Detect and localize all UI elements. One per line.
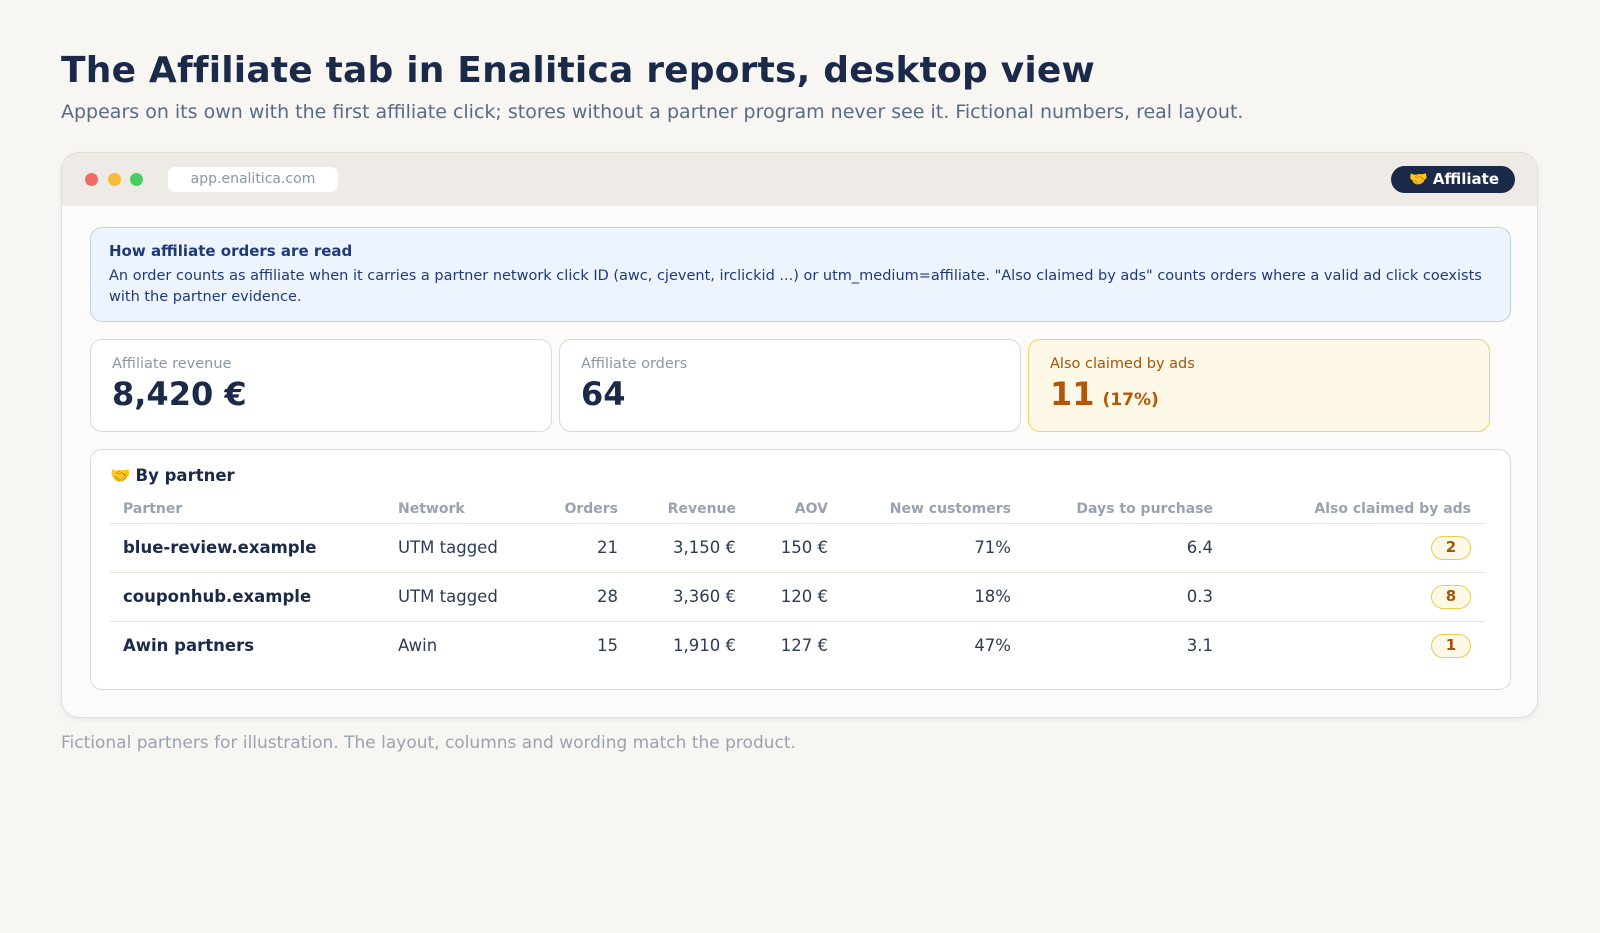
tab-affiliate-label: Affiliate: [1432, 170, 1499, 188]
page-title: The Affiliate tab in Enalitica reports, …: [61, 50, 1095, 91]
table-row[interactable]: blue-review.example UTM tagged 21 3,150 …: [110, 523, 1484, 573]
column-header-also-claimed[interactable]: Also claimed by ads: [1226, 495, 1484, 524]
kpi-count: 11: [1050, 375, 1095, 413]
cell-revenue: 1,910 €: [673, 636, 736, 656]
column-header-aov[interactable]: AOV: [749, 495, 841, 524]
handshake-icon: 🤝: [1409, 170, 1428, 188]
cell-new-customers: 47%: [974, 636, 1011, 656]
table-row[interactable]: Awin partners Awin 15 1,910 € 127 € 47% …: [110, 621, 1484, 670]
cell-revenue: 3,150 €: [631, 523, 749, 573]
column-header-orders[interactable]: Orders: [525, 495, 631, 524]
column-header-revenue[interactable]: Revenue: [631, 495, 749, 524]
column-header-network[interactable]: Network: [385, 495, 525, 524]
cell-revenue: 3,360 €: [631, 572, 749, 622]
cell-partner: blue-review.example: [110, 523, 385, 573]
partners-card-title-text: By partner: [135, 466, 235, 485]
footnote: Fictional partners for illustration. The…: [61, 733, 796, 753]
cell-orders: 21: [525, 523, 631, 573]
browser-window: app.enalitica.com 🤝 Affiliate How affilia…: [61, 152, 1538, 718]
cell-orders: 15: [597, 636, 618, 656]
cell-orders: 28: [525, 572, 631, 622]
kpi-label: Affiliate orders: [581, 356, 688, 372]
info-callout-text: An order counts as affiliate when it car…: [109, 268, 1482, 305]
table-row[interactable]: couponhub.example UTM tagged 28 3,360 € …: [110, 572, 1484, 622]
column-header-new-customers[interactable]: New customers: [841, 495, 1024, 524]
cell-new-customers: 18%: [841, 572, 1024, 622]
cell-also-claimed: 1: [1226, 621, 1484, 670]
kpi-percent: (17%): [1102, 390, 1159, 410]
cell-partner: Awin partners: [123, 636, 255, 656]
close-window-dot[interactable]: [85, 173, 98, 186]
cell-aov: 150 €: [749, 523, 841, 573]
cell-also-claimed: 2: [1226, 523, 1484, 573]
handshake-icon: 🤝: [110, 466, 131, 485]
cell-aov: 127 €: [780, 636, 828, 656]
minimize-window-dot[interactable]: [108, 173, 121, 186]
page-subtitle: Appears on its own with the first affili…: [61, 101, 1244, 123]
address-bar[interactable]: app.enalitica.com: [168, 167, 338, 192]
kpi-affiliate-orders: Affiliate orders 64: [559, 339, 1021, 432]
column-header-partner[interactable]: Partner: [110, 495, 385, 524]
info-callout: How affiliate orders are read An order c…: [90, 227, 1511, 322]
cell-partner: couponhub.example: [110, 572, 385, 622]
cell-new-customers: 71%: [841, 523, 1024, 573]
maximize-window-dot[interactable]: [130, 173, 143, 186]
cell-also-claimed: 8: [1226, 572, 1484, 622]
claimed-badge: 2: [1431, 535, 1471, 560]
cell-days-to-purchase: 3.1: [1186, 636, 1213, 656]
cell-network: UTM tagged: [385, 572, 525, 622]
kpi-value: 11 (17%): [1050, 375, 1468, 413]
window-titlebar: app.enalitica.com 🤝 Affiliate: [62, 153, 1537, 206]
cell-network: Awin: [398, 636, 438, 656]
kpi-affiliate-revenue: Affiliate revenue 8,420 €: [90, 339, 552, 432]
kpi-value: 8,420 €: [112, 375, 247, 413]
table-header-row: Partner Network Orders Revenue AOV New c…: [110, 495, 1484, 524]
column-header-days-to-purchase[interactable]: Days to purchase: [1024, 495, 1226, 524]
claimed-badge: 8: [1431, 584, 1471, 609]
cell-network: UTM tagged: [385, 523, 525, 573]
partners-card-title: 🤝 By partner: [110, 466, 235, 486]
kpi-label: Affiliate revenue: [112, 356, 232, 372]
tab-affiliate[interactable]: 🤝 Affiliate: [1391, 166, 1515, 193]
partners-table: Partner Network Orders Revenue AOV New c…: [110, 495, 1484, 670]
kpi-value: 64: [581, 375, 626, 413]
cell-days-to-purchase: 6.4: [1024, 523, 1226, 573]
cell-days-to-purchase: 0.3: [1024, 572, 1226, 622]
cell-aov: 120 €: [749, 572, 841, 622]
claimed-badge: 1: [1431, 633, 1471, 658]
partners-card: 🤝 By partner Partner Network Orders Reven…: [90, 449, 1511, 690]
info-callout-title: How affiliate orders are read: [109, 242, 353, 260]
kpi-also-claimed-by-ads: Also claimed by ads 11 (17%): [1028, 339, 1490, 432]
kpi-label: Also claimed by ads: [1050, 356, 1195, 372]
